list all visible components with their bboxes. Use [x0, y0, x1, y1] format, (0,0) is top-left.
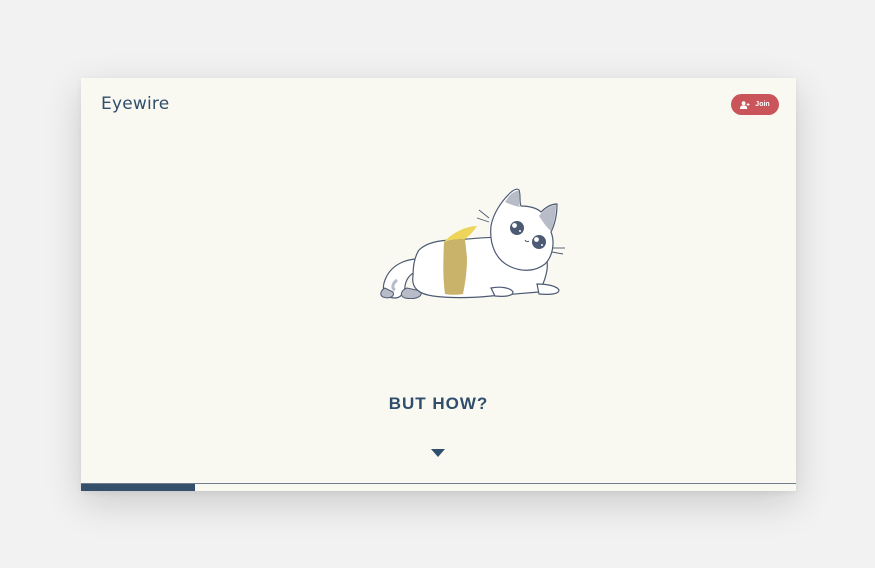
triangle-down-icon[interactable] [431, 449, 445, 458]
eyewire-logo[interactable]: Eyewire [101, 94, 169, 114]
cat-lying-illustration [380, 188, 565, 299]
progress-bar [81, 483, 796, 491]
headline: BUT HOW? [388, 394, 489, 413]
join-button[interactable]: Join [731, 94, 779, 115]
progress-fill [81, 484, 196, 491]
page-window: Eyewire Join BUT HOW? [81, 78, 796, 491]
user-plus-icon [740, 100, 750, 109]
join-label: Join [755, 101, 770, 108]
